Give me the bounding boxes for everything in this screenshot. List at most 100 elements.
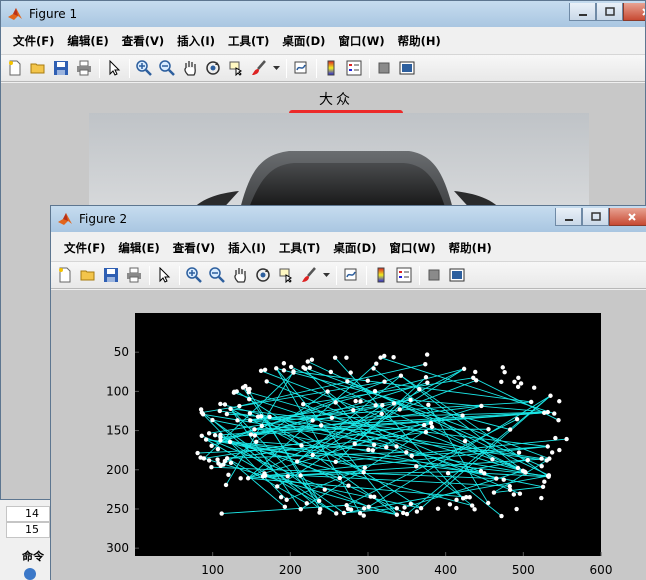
feature-point [307, 365, 312, 370]
figure2-canvas: 100 200 300 400 500 600 50 100 150 200 250 300 [51, 290, 646, 580]
menu-desktop[interactable]: 桌面(D) [282, 33, 325, 49]
open-file-button[interactable] [28, 59, 47, 78]
feature-point [206, 431, 212, 436]
x-tick-label: 500 [512, 563, 535, 577]
minimize-button[interactable] [555, 208, 582, 226]
figure1-titlebar[interactable]: Figure 1 [1, 1, 645, 27]
close-button[interactable] [623, 3, 645, 21]
rotate-3d-button[interactable] [253, 266, 272, 285]
feature-point [384, 444, 389, 450]
feature-point [422, 422, 427, 428]
feature-point [195, 450, 200, 456]
brush-button[interactable] [299, 266, 318, 285]
hide-plot-tools-icon [428, 269, 439, 281]
hide-plot-tools-button[interactable] [374, 59, 393, 78]
menu-file[interactable]: 文件(F) [64, 240, 105, 256]
feature-point [203, 437, 209, 442]
zoom-in-button[interactable] [134, 59, 153, 78]
menu-insert[interactable]: 插入(I) [177, 33, 215, 49]
edit-plot-button[interactable] [104, 59, 123, 78]
x-tick-label: 400 [434, 563, 457, 577]
feature-point [281, 368, 287, 373]
feature-point [262, 367, 268, 372]
figure2-toolbar [51, 261, 646, 289]
x-tick-label: 100 [201, 563, 224, 577]
zoom-in-button[interactable] [184, 266, 203, 285]
link-plot-button[interactable] [341, 266, 360, 285]
minimize-button[interactable] [569, 3, 596, 21]
data-cursor-button[interactable] [276, 266, 295, 285]
insert-legend-button[interactable] [394, 266, 413, 285]
link-plot-button[interactable] [291, 59, 310, 78]
zoom-out-button[interactable] [157, 59, 176, 78]
show-plot-tools-icon [399, 61, 414, 75]
pan-button[interactable] [230, 266, 249, 285]
feature-point [404, 511, 410, 517]
brush-dropdown[interactable] [322, 266, 330, 285]
menu-tools[interactable]: 工具(T) [279, 240, 320, 256]
menu-help[interactable]: 帮助(H) [398, 33, 441, 49]
feature-point [281, 361, 287, 366]
menu-file[interactable]: 文件(F) [13, 33, 54, 49]
feature-point [274, 366, 279, 371]
zoom-out-button[interactable] [207, 266, 226, 285]
feature-point [219, 511, 224, 516]
feature-point [226, 472, 231, 478]
brush-dropdown[interactable] [272, 59, 280, 78]
menu-edit[interactable]: 编辑(E) [118, 240, 159, 256]
new-file-icon [58, 267, 70, 283]
insert-legend-button[interactable] [344, 59, 363, 78]
feature-point [366, 447, 371, 452]
maximize-button[interactable] [596, 3, 623, 21]
menu-view[interactable]: 查看(V) [173, 240, 215, 256]
menu-edit[interactable]: 编辑(E) [67, 33, 108, 49]
hide-plot-tools-button[interactable] [424, 266, 443, 285]
print-button[interactable] [124, 266, 143, 285]
feature-point [546, 473, 552, 478]
pan-button[interactable] [180, 59, 199, 78]
feature-point [332, 355, 338, 360]
insert-colorbar-button[interactable] [321, 59, 340, 78]
insert-colorbar-button[interactable] [371, 266, 390, 285]
feature-point [245, 387, 250, 392]
data-cursor-button[interactable] [226, 59, 245, 78]
save-button[interactable] [51, 59, 70, 78]
save-button[interactable] [101, 266, 120, 285]
print-button[interactable] [74, 59, 93, 78]
feature-point [514, 506, 519, 512]
menu-insert[interactable]: 插入(I) [228, 240, 266, 256]
menu-window[interactable]: 窗口(W) [338, 33, 384, 49]
brush-button[interactable] [249, 59, 268, 78]
feature-point [245, 476, 251, 481]
open-file-button[interactable] [78, 266, 97, 285]
feature-point [461, 366, 467, 372]
menu-desktop[interactable]: 桌面(D) [333, 240, 376, 256]
figure2-titlebar[interactable]: Figure 2 [51, 206, 646, 232]
menu-view[interactable]: 查看(V) [122, 33, 164, 49]
maximize-button[interactable] [582, 208, 609, 226]
edit-plot-button[interactable] [154, 266, 173, 285]
toolbar-separator [316, 58, 317, 78]
show-plot-tools-button[interactable] [397, 59, 416, 78]
menu-tools[interactable]: 工具(T) [228, 33, 269, 49]
feature-point [507, 487, 513, 492]
menu-help[interactable]: 帮助(H) [449, 240, 492, 256]
open-folder-icon [80, 270, 94, 281]
new-file-button[interactable] [5, 59, 24, 78]
feature-point [221, 462, 226, 467]
menu-window[interactable]: 窗口(W) [389, 240, 435, 256]
feature-point [491, 490, 497, 495]
feature-point [322, 487, 327, 492]
chevron-down-icon [322, 272, 330, 277]
y-tick-label: 200 [106, 463, 129, 477]
figure1-toolbar [1, 54, 645, 82]
show-plot-tools-button[interactable] [447, 266, 466, 285]
feature-point [500, 365, 505, 370]
feature-point [511, 492, 517, 497]
rotate-3d-button[interactable] [203, 59, 222, 78]
pan-icon [233, 268, 246, 283]
feature-point [542, 479, 547, 484]
close-button[interactable] [609, 208, 646, 226]
new-file-button[interactable] [55, 266, 74, 285]
chevron-down-icon [272, 65, 280, 70]
